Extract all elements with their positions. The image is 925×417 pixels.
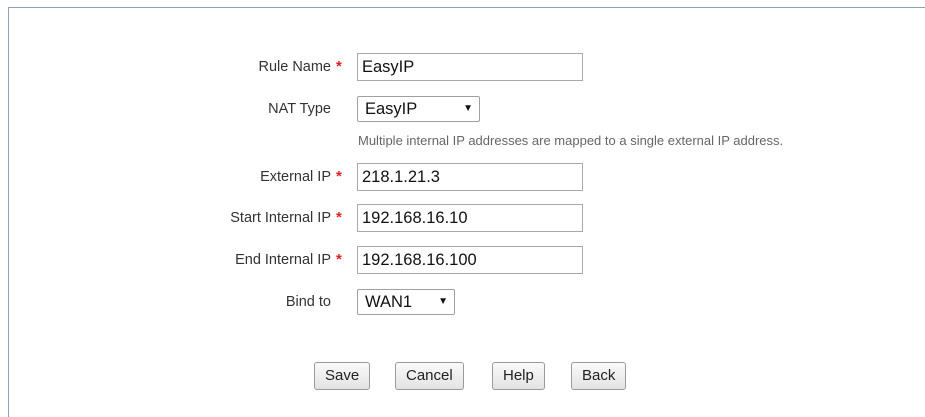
external-ip-row: External IP * — [0, 162, 925, 192]
end-internal-ip-required-mark: * — [336, 251, 342, 268]
rule-name-label: Rule Name — [258, 59, 331, 75]
nat-type-selected-value: EasyIP — [365, 100, 418, 118]
start-internal-ip-required-mark: * — [336, 209, 342, 226]
end-internal-ip-input[interactable] — [357, 246, 583, 274]
start-internal-ip-input[interactable] — [357, 204, 583, 232]
back-button[interactable]: Back — [571, 362, 627, 390]
nat-type-row: NAT Type EasyIP ▼ — [0, 94, 925, 124]
rule-name-input[interactable] — [357, 53, 583, 81]
bind-to-select[interactable]: WAN1 ▼ — [357, 289, 455, 315]
cancel-button[interactable]: Cancel — [395, 362, 464, 390]
end-internal-ip-label: End Internal IP — [235, 252, 331, 268]
help-button[interactable]: Help — [492, 362, 545, 390]
bind-to-row: Bind to WAN1 ▼ — [0, 287, 925, 317]
rule-name-required-mark: * — [336, 58, 342, 75]
triangle-down-icon: ▼ — [438, 296, 448, 307]
end-internal-ip-row: End Internal IP * — [0, 245, 925, 275]
bind-to-label: Bind to — [285, 294, 331, 310]
bind-to-selected-value: WAN1 — [365, 293, 413, 311]
external-ip-label: External IP — [260, 169, 331, 185]
triangle-down-icon: ▼ — [463, 103, 473, 114]
nat-type-select[interactable]: EasyIP ▼ — [357, 96, 480, 122]
save-button[interactable]: Save — [314, 362, 371, 390]
rule-name-row: Rule Name * — [0, 52, 925, 82]
nat-type-label: NAT Type — [268, 101, 331, 117]
start-internal-ip-label: Start Internal IP — [230, 210, 331, 226]
start-internal-ip-row: Start Internal IP * — [0, 203, 925, 233]
nat-type-hint: Multiple internal IP addresses are mappe… — [358, 133, 784, 148]
external-ip-input[interactable] — [357, 163, 583, 191]
external-ip-required-mark: * — [336, 168, 342, 185]
